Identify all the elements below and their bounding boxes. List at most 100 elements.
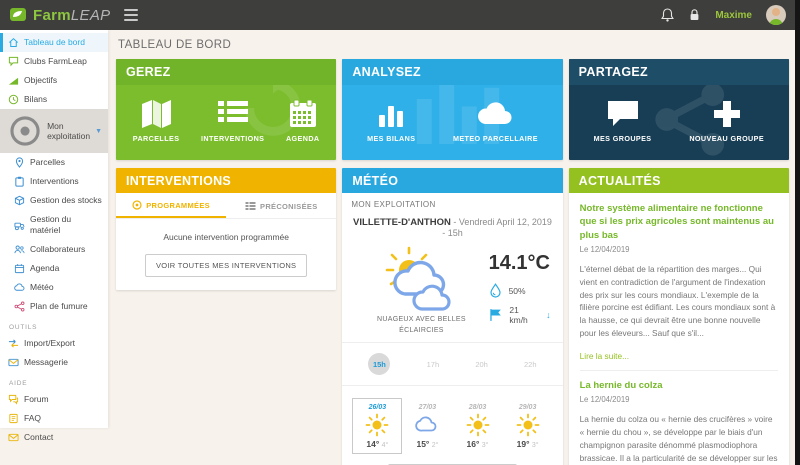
gerez-interventions-tile[interactable]: INTERVENTIONS bbox=[201, 98, 264, 143]
sidebar-item-clubs-farmleap[interactable]: Clubs FarmLeap bbox=[0, 52, 108, 71]
actualites-card: ACTUALITÉS Notre système alimentaire ne … bbox=[568, 168, 789, 465]
interventions-card-title: INTERVENTIONS bbox=[116, 168, 337, 193]
day-tile-29-03[interactable]: 29/03 19° 3° bbox=[503, 398, 553, 454]
partagez-card-title: PARTAGEZ bbox=[568, 59, 789, 85]
tab-preconisees[interactable]: PRÉCONISÉES bbox=[226, 193, 336, 218]
news-date: Le 12/04/2019 bbox=[579, 395, 630, 405]
user-name[interactable]: Maxime bbox=[715, 10, 752, 21]
hour-20h[interactable]: 20h bbox=[475, 360, 488, 369]
sun-cloud-weather-icon bbox=[386, 246, 452, 311]
news-item: Notre système alimentaire ne fonctionne … bbox=[579, 202, 778, 372]
meteo-datetime: - Vendredi April 12, 2019 - 15h bbox=[442, 217, 552, 238]
sidebar-section-outils: OUTILS bbox=[9, 324, 38, 332]
read-more-link[interactable]: Lire la suite... bbox=[580, 351, 629, 361]
sidebar-item-agenda[interactable]: Agenda bbox=[0, 259, 108, 278]
meteo-location-line: VILLETTE-D'ANTHON - Vendredi April 12, 2… bbox=[350, 217, 554, 238]
page-scrollbar[interactable] bbox=[795, 0, 800, 465]
box-icon bbox=[14, 195, 25, 206]
view-all-interventions-button[interactable]: VOIR TOUTES MES INTERVENTIONS bbox=[144, 254, 308, 277]
partagez-card: PARTAGEZ MES GROUPES NOUVEAU GROUPE bbox=[568, 59, 789, 160]
home-icon bbox=[9, 37, 18, 47]
news-title-link[interactable]: La hernie du colza bbox=[580, 379, 778, 392]
sidebar-item-import-export[interactable]: Import/Export bbox=[0, 334, 108, 353]
hour-22h[interactable]: 22h bbox=[524, 360, 537, 369]
news-excerpt: La hernie du colza ou « hernie des cruci… bbox=[579, 414, 778, 463]
speech-bubble-icon bbox=[607, 101, 638, 126]
tab-programmees[interactable]: PROGRAMMÉES bbox=[116, 193, 227, 218]
calendar-icon bbox=[14, 264, 25, 274]
main-content: TABLEAU DE BORD GEREZ PARCELLES INTERVEN… bbox=[108, 30, 795, 465]
mes-bilans-tile[interactable]: MES BILANS bbox=[367, 98, 415, 143]
sun-icon bbox=[516, 413, 539, 437]
page-title: TABLEAU DE BORD bbox=[118, 39, 232, 51]
hour-15h[interactable]: 15h bbox=[368, 353, 391, 375]
droplet-icon bbox=[489, 283, 501, 298]
notifications-bell-icon[interactable] bbox=[661, 8, 675, 22]
actualites-card-title: ACTUALITÉS bbox=[568, 168, 789, 193]
growth-chart-icon bbox=[8, 77, 19, 85]
meteo-location: VILLETTE-D'ANTHON bbox=[353, 217, 451, 228]
sidebar-item-gestion-du-materiel[interactable]: Gestion du matériel bbox=[0, 210, 108, 240]
hamburger-menu-icon[interactable] bbox=[124, 6, 139, 24]
sidebar-item-tableau-de-bord[interactable]: Tableau de bord bbox=[0, 33, 108, 52]
sidebar-section-aide: AIDE bbox=[9, 380, 28, 388]
map-icon bbox=[142, 100, 172, 128]
sidebar-item-collaborateurs[interactable]: Collaborateurs bbox=[0, 240, 108, 259]
sidebar-item-faq[interactable]: FAQ bbox=[0, 409, 108, 428]
cloud-icon bbox=[415, 416, 437, 432]
day-tile-28-03[interactable]: 28/03 16° 3° bbox=[452, 398, 502, 454]
list-grid-icon bbox=[245, 202, 256, 210]
sidebar-item-forum[interactable]: Forum bbox=[0, 390, 108, 409]
gerez-card-title: GEREZ bbox=[116, 59, 337, 85]
farmleap-logo[interactable]: FarmLEAP bbox=[10, 7, 110, 24]
sidebar-item-meteo[interactable]: Météo bbox=[0, 278, 108, 297]
sidebar-item-gestion-des-stocks[interactable]: Gestion des stocks bbox=[0, 191, 108, 210]
chat-bubble-icon bbox=[8, 56, 19, 67]
bar-chart-icon bbox=[379, 106, 404, 127]
lock-icon[interactable] bbox=[688, 8, 701, 22]
weather-condition: NUAGEUX AVEC BELLES ÉCLAIRCIES bbox=[377, 316, 466, 334]
news-item: La hernie du colza Le 12/04/2019 La hern… bbox=[580, 379, 778, 465]
user-avatar[interactable] bbox=[766, 5, 786, 25]
tractor-icon bbox=[14, 222, 25, 230]
farm-icon bbox=[10, 116, 40, 146]
gerez-card: GEREZ PARCELLES INTERVENTIONS AGENDA bbox=[116, 59, 337, 160]
news-title-link[interactable]: Notre système alimentaire ne fonctionne … bbox=[580, 202, 778, 242]
current-temperature: 14.1°C bbox=[488, 252, 550, 274]
branch-nodes-icon bbox=[14, 301, 25, 312]
sidebar-item-contact[interactable]: Contact bbox=[0, 428, 108, 447]
news-excerpt: L'éternel débat de la répartition des ma… bbox=[579, 263, 776, 339]
interventions-card: INTERVENTIONS PROGRAMMÉES PRÉCONISÉES Au… bbox=[116, 168, 337, 290]
sidebar-item-interventions[interactable]: Interventions bbox=[0, 172, 108, 191]
sidebar-item-mon-exploitation[interactable]: Mon exploitation ▼ bbox=[0, 109, 108, 154]
farmleap-logo-icon bbox=[10, 8, 26, 21]
wind-flag-icon bbox=[489, 309, 501, 321]
sidebar-item-parcelles[interactable]: Parcelles bbox=[0, 153, 108, 172]
sidebar-item-messagerie[interactable]: Messagerie bbox=[0, 353, 108, 372]
sidebar: Tableau de bord Clubs FarmLeap Objectifs… bbox=[0, 30, 108, 442]
hourly-forecast: 15h 17h 20h 22h bbox=[350, 349, 554, 379]
meteo-parcellaire-tile[interactable]: METEO PARCELLAIRE bbox=[453, 98, 538, 143]
sidebar-item-plan-de-fumure[interactable]: Plan de fumure bbox=[0, 297, 108, 316]
calendar-icon bbox=[289, 99, 316, 127]
analysez-card: ANALYSEZ MES BILANS METEO PARCELLAIRE bbox=[342, 59, 563, 160]
nouveau-groupe-tile[interactable]: NOUVEAU GROUPE bbox=[689, 98, 764, 143]
clock-icon bbox=[8, 94, 19, 105]
gerez-agenda-tile[interactable]: AGENDA bbox=[286, 98, 320, 143]
gerez-parcelles-tile[interactable]: PARCELLES bbox=[133, 98, 180, 143]
hour-17h[interactable]: 17h bbox=[427, 360, 440, 369]
interventions-tabs: PROGRAMMÉES PRÉCONISÉES bbox=[116, 193, 337, 219]
sidebar-item-bilans[interactable]: Bilans bbox=[0, 90, 108, 109]
users-icon bbox=[14, 245, 25, 254]
plus-icon bbox=[713, 101, 740, 127]
news-date: Le 12/04/2019 bbox=[579, 244, 630, 254]
analysez-card-title: ANALYSEZ bbox=[342, 59, 563, 85]
target-icon bbox=[132, 200, 142, 210]
day-tile-27-03[interactable]: 27/03 15° 2° bbox=[402, 398, 452, 454]
cloud-icon bbox=[14, 283, 25, 291]
mes-groupes-tile[interactable]: MES GROUPES bbox=[594, 98, 652, 143]
wind-value: 21 km/h bbox=[509, 305, 528, 325]
sidebar-item-objectifs[interactable]: Objectifs bbox=[0, 71, 108, 90]
transfer-arrows-icon bbox=[8, 339, 19, 348]
day-tile-26-03[interactable]: 26/03 14° 4° bbox=[352, 398, 403, 454]
